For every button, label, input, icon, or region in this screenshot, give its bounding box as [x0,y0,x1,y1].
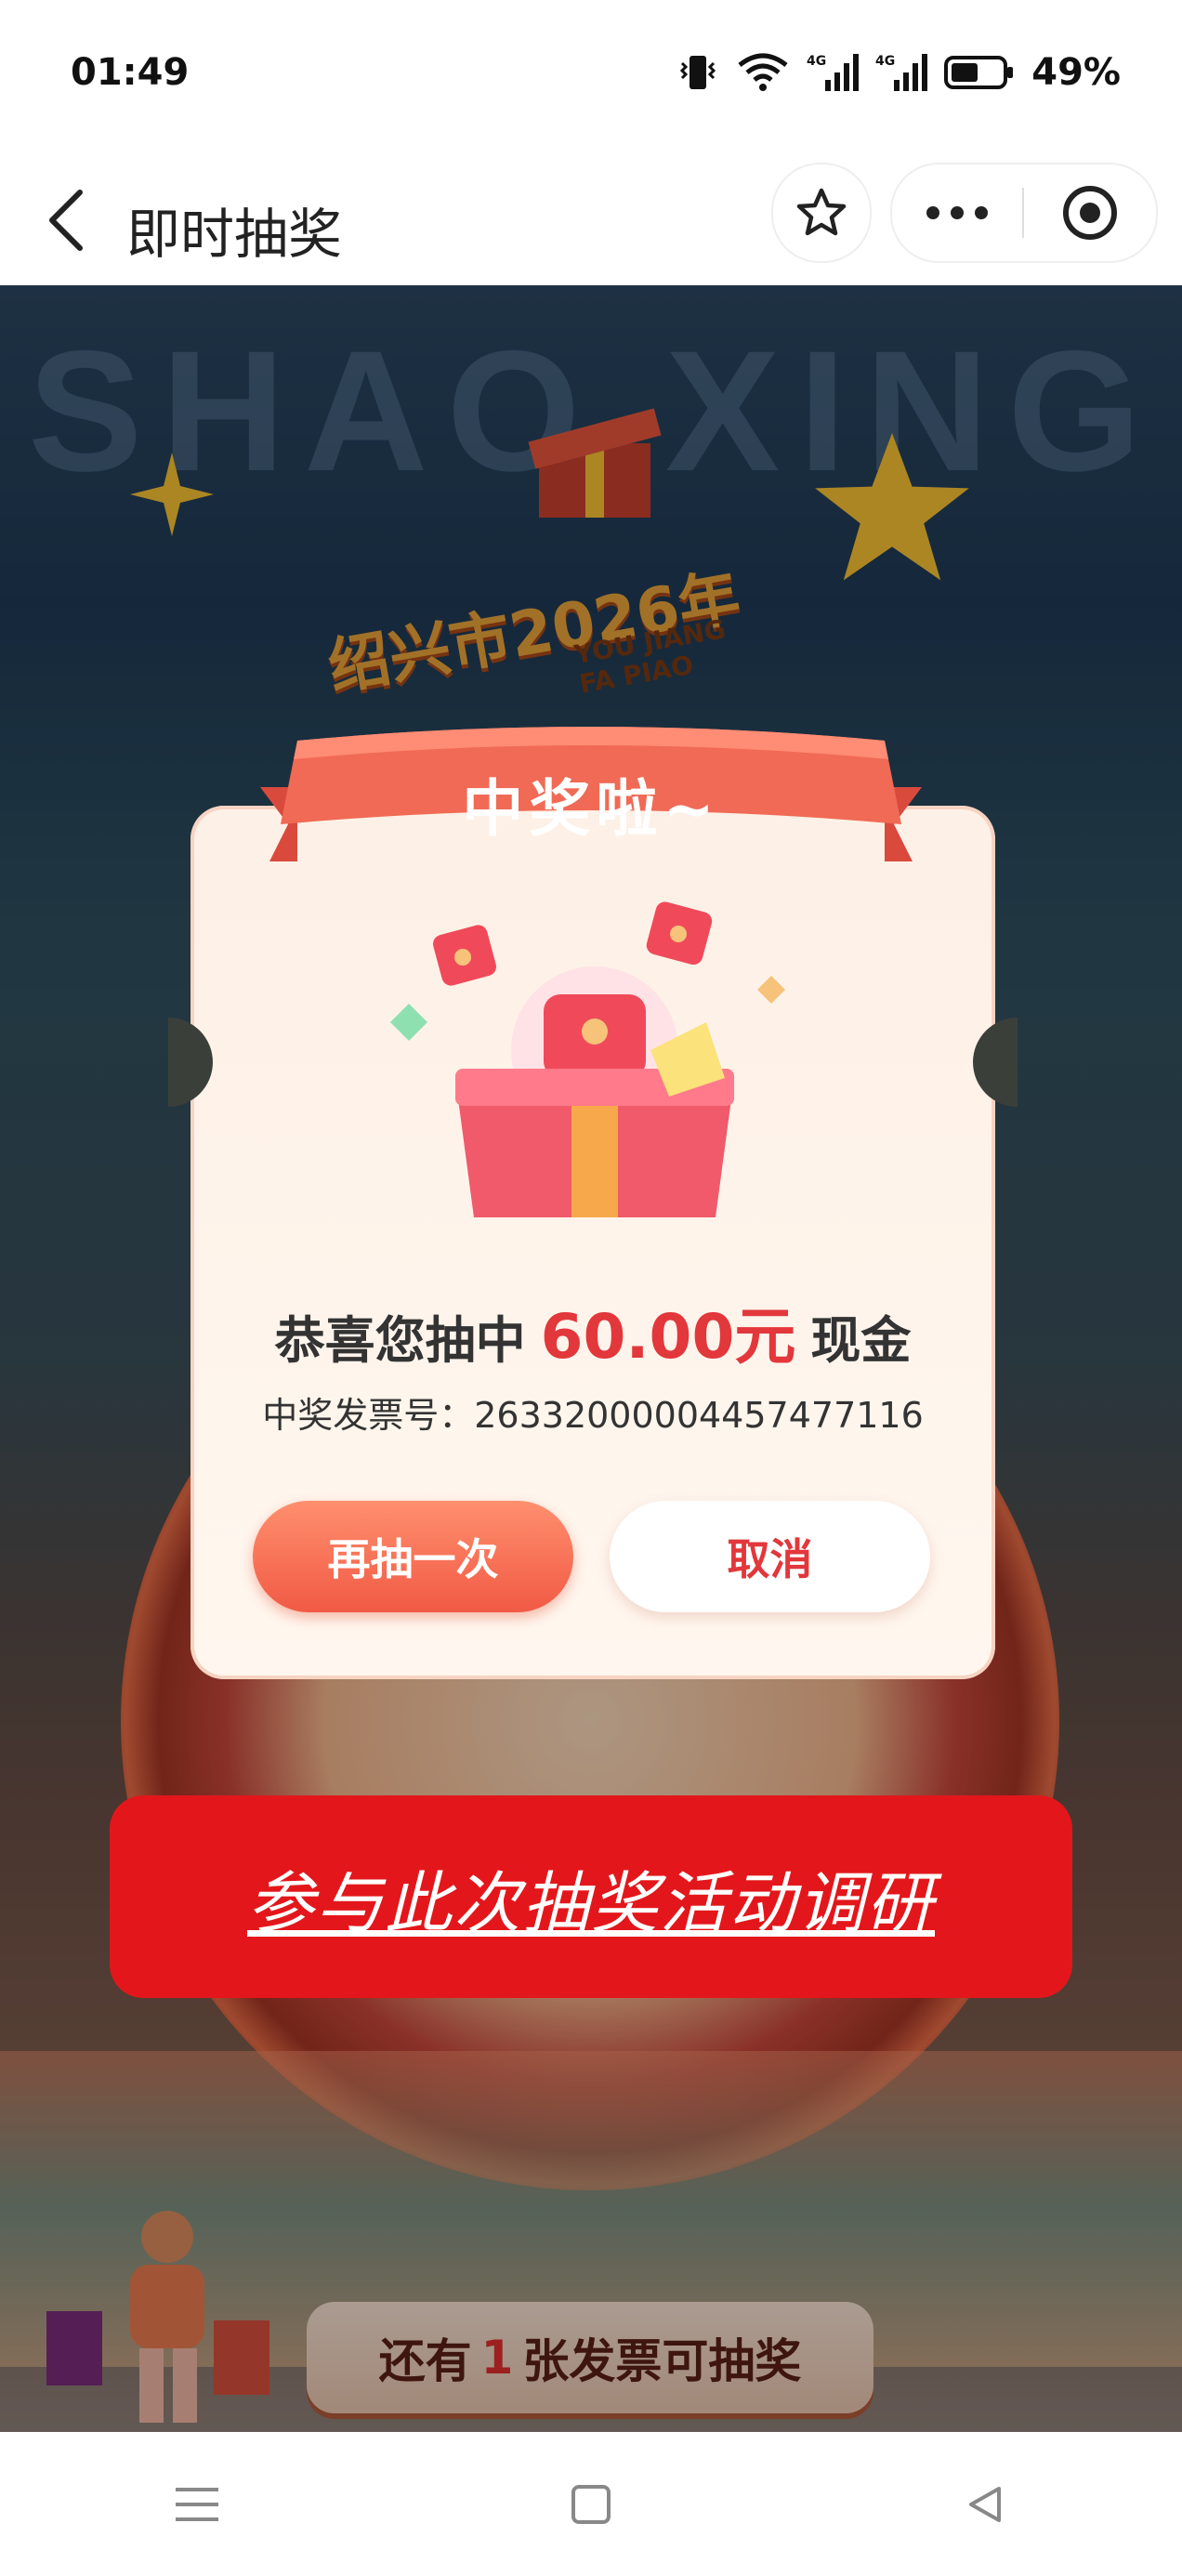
nav-bar: 即时抽奖 [0,153,1182,285]
cancel-button[interactable]: 取消 [610,1501,930,1612]
congrats-prefix: 恭喜您抽中 [274,1311,526,1370]
gift-box-icon [390,901,785,1217]
dialog-notch-left [168,1018,213,1107]
dialog-header-title: 中奖啦~ [462,773,720,845]
battery-percent: 49% [1031,51,1121,94]
lottery-page: SHAO XING 绍兴市2026年 YOU JIANG FA PIAO 抽奖 … [0,285,1182,2432]
back-button[interactable] [37,183,102,257]
svg-text:4G: 4G [875,54,895,69]
survey-button[interactable]: 参与此次抽奖活动调研 [110,1795,1072,1998]
signal-icon-2: 4G [875,54,928,91]
battery-icon [944,56,1014,89]
target-icon [1063,186,1117,240]
home-button[interactable] [535,2449,647,2560]
status-bar: 01:49 4G 4G 49% [0,0,1182,153]
draw-again-button[interactable]: 再抽一次 [253,1501,573,1612]
invoice-number-row: 中奖发票号：26332000004457477116 [190,1387,995,1438]
menu-icon [176,2487,218,2521]
invoice-number: 26332000004457477116 [474,1395,924,1436]
more-button[interactable] [892,164,1022,261]
close-mini-program-button[interactable] [1024,164,1156,261]
page-title: 即时抽奖 [126,203,343,266]
invoice-label: 中奖发票号： [262,1395,475,1436]
menu-button[interactable] [141,2449,253,2560]
prize-amount: 60.00元 [540,1301,796,1373]
signal-icon-1: 4G [807,54,860,91]
wifi-icon [738,53,788,91]
congrats-text: 恭喜您抽中 60.00元 现金 [190,1287,995,1376]
vibrate-icon [680,56,716,89]
dialog-notch-right [973,1018,1018,1107]
more-dots-icon [926,206,988,219]
congrats-suffix: 现金 [810,1311,912,1370]
home-square-icon [571,2484,611,2524]
back-triangle-icon [969,2486,1001,2522]
back-arrow-icon [49,190,83,251]
star-icon [796,188,847,236]
system-nav-bar [0,2432,1182,2576]
svg-text:4G: 4G [807,54,826,69]
clock: 01:49 [71,51,190,94]
status-icons: 4G 4G 49% [676,51,1121,94]
favorite-button[interactable] [771,163,872,263]
dialog-header-ribbon: 中奖啦~ [260,722,922,880]
back-nav-button[interactable] [929,2449,1041,2560]
mini-program-capsule [890,163,1158,263]
